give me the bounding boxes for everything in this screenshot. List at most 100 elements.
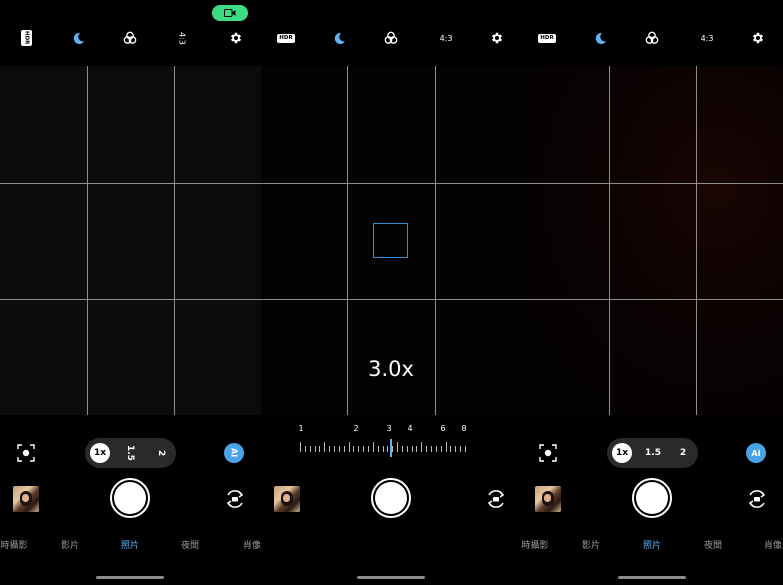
- zoom-ruler-tick: [450, 446, 452, 452]
- recording-indicator: [212, 5, 248, 21]
- zoom-ruler-indicator[interactable]: [390, 439, 392, 457]
- mode-portrait[interactable]: 肖像: [242, 538, 262, 551]
- zoom-ruler-tick: [338, 446, 340, 452]
- gallery-thumbnail[interactable]: [13, 486, 39, 512]
- zoom-ruler-tick: [440, 446, 442, 452]
- mode-video[interactable]: 影片: [60, 538, 80, 551]
- zoom-ruler-tick: [421, 442, 423, 452]
- hdr-icon[interactable]: HDR: [538, 29, 556, 47]
- grid-line: [87, 66, 88, 415]
- zoom-option-2[interactable]: 2: [151, 443, 171, 463]
- zoom-option-1-5[interactable]: 1.5: [643, 443, 663, 463]
- focus-box: [373, 223, 408, 258]
- night-mode-icon[interactable]: [69, 29, 87, 47]
- grid-line: [609, 66, 610, 415]
- mode-night[interactable]: 夜間: [703, 538, 723, 551]
- grid-line: [261, 183, 522, 184]
- filter-icon[interactable]: [382, 29, 400, 47]
- zoom-ruler-label: 1: [298, 424, 304, 433]
- grid-line: [0, 299, 261, 300]
- zoom-ruler-label: 6: [440, 424, 446, 433]
- viewfinder-right[interactable]: [522, 66, 783, 415]
- zoom-ruler-tick: [445, 442, 447, 452]
- zoom-ruler-tick: [377, 446, 379, 452]
- mode-night[interactable]: 夜間: [180, 538, 200, 551]
- hdr-icon[interactable]: HDR: [277, 29, 295, 47]
- filter-icon[interactable]: [643, 29, 661, 47]
- aspect-ratio-button[interactable]: 4:3: [173, 29, 191, 47]
- video-camera-icon: [224, 9, 236, 17]
- switch-camera-icon[interactable]: [746, 488, 768, 510]
- settings-gear-icon[interactable]: [749, 29, 767, 47]
- zoom-ruler-tick: [358, 446, 360, 452]
- zoom-ruler-tick: [333, 446, 335, 452]
- zoom-ruler-tick: [406, 446, 408, 452]
- zoom-option-1-5[interactable]: 1.5: [120, 443, 140, 463]
- shutter-button[interactable]: [632, 478, 672, 518]
- hdr-icon[interactable]: HDR: [17, 29, 35, 47]
- zoom-ruler-tick: [465, 446, 466, 452]
- zoom-ruler-tick: [392, 446, 394, 452]
- zoom-ruler-tick: [411, 446, 413, 452]
- zoom-ruler-label: 3: [386, 424, 392, 433]
- zoom-ruler-tick: [324, 442, 326, 452]
- grid-line: [347, 66, 348, 415]
- gesture-nav-bar[interactable]: [618, 576, 686, 579]
- shutter-button[interactable]: [110, 478, 150, 518]
- aspect-ratio-button[interactable]: 4:3: [434, 29, 458, 47]
- settings-gear-icon[interactable]: [488, 29, 506, 47]
- zoom-ruler-tick: [397, 442, 399, 452]
- zoom-option-2[interactable]: 2: [673, 443, 693, 463]
- mode-photo[interactable]: 照片: [120, 538, 140, 551]
- zoom-ruler-tick: [309, 446, 311, 452]
- zoom-ruler-tick: [426, 446, 428, 452]
- grid-line: [522, 183, 783, 184]
- shutter-button[interactable]: [371, 478, 411, 518]
- gesture-nav-bar[interactable]: [357, 576, 425, 579]
- zoom-option-1x[interactable]: 1x: [90, 443, 110, 463]
- grid-line: [174, 66, 175, 415]
- zoom-ruler-tick: [382, 446, 384, 452]
- ai-scene-button[interactable]: AI: [224, 443, 244, 463]
- zoom-ruler-tick: [401, 446, 403, 452]
- zoom-ruler-tick: [431, 446, 433, 452]
- zoom-ruler-tick: [319, 446, 321, 452]
- grid-line: [696, 66, 697, 415]
- focus-mode-icon[interactable]: [17, 444, 35, 462]
- mode-timelapse[interactable]: 時攝影: [0, 538, 28, 551]
- settings-gear-icon[interactable]: [227, 29, 245, 47]
- switch-camera-icon[interactable]: [485, 488, 507, 510]
- mode-timelapse[interactable]: 時攝影: [520, 538, 550, 551]
- zoom-ruler-tick: [416, 446, 418, 452]
- zoom-ruler-label: 2: [353, 424, 359, 433]
- zoom-ruler-tick: [329, 446, 331, 452]
- zoom-ruler-tick: [435, 446, 437, 452]
- zoom-ruler-tick: [304, 446, 306, 452]
- mode-portrait[interactable]: 肖像: [763, 538, 783, 551]
- zoom-option-1x[interactable]: 1x: [612, 443, 632, 463]
- zoom-ruler-tick: [367, 446, 369, 452]
- zoom-ruler[interactable]: [300, 438, 467, 458]
- zoom-ruler-tick: [343, 446, 345, 452]
- zoom-ruler-tick: [353, 446, 355, 452]
- switch-camera-icon[interactable]: [224, 488, 246, 510]
- night-mode-icon[interactable]: [591, 29, 609, 47]
- aspect-ratio-button[interactable]: 4:3: [695, 29, 719, 47]
- gallery-thumbnail[interactable]: [274, 486, 300, 512]
- zoom-ruler-tick: [348, 442, 350, 452]
- filter-icon[interactable]: [121, 29, 139, 47]
- grid-line: [0, 183, 261, 184]
- focus-mode-icon[interactable]: [539, 444, 557, 462]
- gallery-thumbnail[interactable]: [535, 486, 561, 512]
- zoom-ruler-tick: [314, 446, 316, 452]
- zoom-ruler-label: 8: [461, 424, 467, 433]
- mode-photo[interactable]: 照片: [642, 538, 662, 551]
- ai-scene-button[interactable]: AI: [746, 443, 766, 463]
- mode-video[interactable]: 影片: [581, 538, 601, 551]
- zoom-ruler-label: 4: [407, 424, 413, 433]
- gesture-nav-bar[interactable]: [96, 576, 164, 579]
- grid-line: [522, 299, 783, 300]
- night-mode-icon[interactable]: [330, 29, 348, 47]
- viewfinder-left[interactable]: [0, 66, 261, 415]
- zoom-ruler-tick: [372, 442, 374, 452]
